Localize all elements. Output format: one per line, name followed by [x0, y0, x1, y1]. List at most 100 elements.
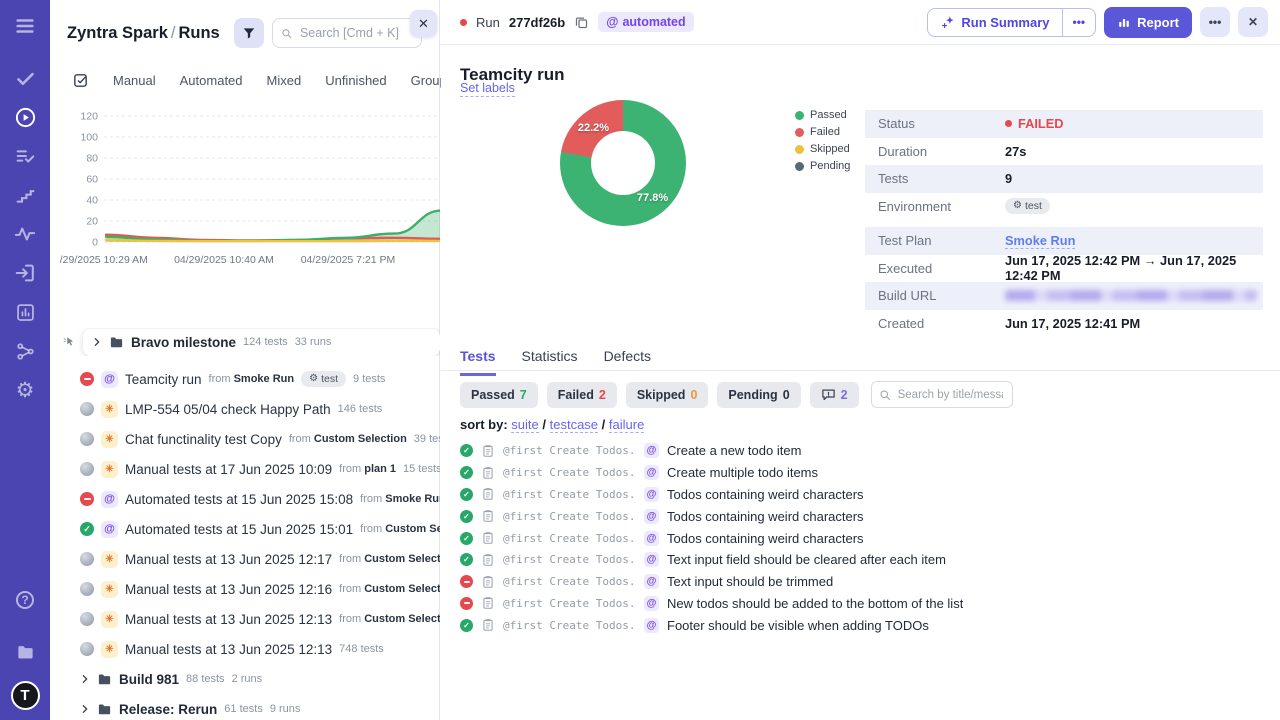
legend-item-pending: Pending — [795, 160, 850, 172]
tab-defects[interactable]: Defects — [604, 348, 651, 376]
automated-badge[interactable]: @ automated — [598, 12, 694, 32]
test-row[interactable]: ✓ @first Create Todos... @ Todos containing… — [460, 527, 1260, 549]
select-runs-icon[interactable] — [72, 72, 89, 89]
clipboard-icon — [481, 509, 495, 523]
filter-chip-passed[interactable]: Passed 7 — [460, 381, 538, 408]
help-icon[interactable]: ? — [11, 586, 39, 614]
run-list-item[interactable]: ✳ Manual tests at 13 Jun 2025 12:13 from C… — [50, 604, 440, 634]
run-list-item[interactable]: @ Automated tests at 15 Jun 2025 15:08 fro… — [50, 484, 440, 514]
sparkles-icon — [942, 15, 954, 28]
clipboard-icon — [481, 444, 495, 458]
tab-manual[interactable]: Manual — [113, 73, 156, 88]
import-icon[interactable] — [11, 259, 39, 287]
completed-checks-icon[interactable] — [11, 64, 39, 92]
pinned-folder-card[interactable]: Bravo milestone 124 tests 33 runs — [83, 328, 440, 356]
test-suite: @first Create Todos... — [503, 444, 636, 458]
test-row[interactable]: ✓ @first Create Todos... @ Todos containing… — [460, 505, 1260, 527]
projects-icon[interactable] — [11, 638, 39, 666]
test-row[interactable]: ✓ @first Create Todos... @ Todos containing… — [460, 484, 1260, 506]
chevron-right-icon[interactable] — [80, 704, 90, 714]
run-list-item[interactable]: ✳ Chat functinality test Copy from Custom … — [50, 424, 440, 454]
runs-icon[interactable] — [11, 103, 39, 131]
detail-row-executed: Executed Jun 17, 2025 12:42 PM → Jun 17, … — [865, 253, 1263, 283]
test-plan-link[interactable]: Smoke Run — [1005, 233, 1076, 249]
manual-run-icon: ✳ — [101, 430, 118, 448]
tab-statistics[interactable]: Statistics — [522, 348, 578, 376]
run-details-panel: Run 277df26b @ automated Run Summary ••• … — [441, 0, 1280, 720]
filter-button[interactable] — [233, 18, 264, 48]
svg-text:120: 120 — [80, 111, 98, 123]
test-row[interactable]: ✓ @first Create Todos... @ Create a new tod… — [460, 440, 1260, 462]
run-list-item[interactable]: ✳ Manual tests at 13 Jun 2025 12:16 from C… — [50, 574, 440, 604]
run-summary-more-button[interactable]: ••• — [1061, 8, 1096, 36]
menu-icon[interactable] — [11, 12, 39, 40]
run-list-item[interactable]: ✓ @ Automated tests at 15 Jun 2025 15:01 fr… — [50, 514, 440, 544]
test-plans-icon[interactable] — [11, 142, 39, 170]
automated-test-icon: @ — [644, 486, 659, 502]
automated-test-icon: @ — [644, 530, 659, 546]
folder-item[interactable]: Release: Rerun 61 tests 9 runs — [50, 694, 440, 720]
close-panel-button[interactable]: ✕ — [410, 10, 437, 37]
more-options-button[interactable]: ••• — [1200, 7, 1230, 37]
run-list-item[interactable]: @ Teamcity run from Smoke Run ⚙ test 9 tests — [50, 364, 440, 394]
detail-row-build-url: Build URL — [865, 282, 1263, 310]
test-title: Todos containing weird characters — [667, 508, 864, 524]
folder-item[interactable]: Build 981 88 tests 2 runs — [50, 664, 440, 694]
sort-by-testcase[interactable]: testcase — [549, 417, 599, 433]
report-button[interactable]: Report — [1104, 6, 1192, 38]
filter-chip-failed[interactable]: Failed 2 — [546, 381, 617, 408]
legend-label: Pending — [810, 160, 851, 172]
sort-by-suite[interactable]: suite — [511, 417, 539, 433]
run-summary-button[interactable]: Run Summary — [928, 9, 1061, 36]
run-list-item[interactable]: ✳ Manual tests at 13 Jun 2025 12:17 from C… — [50, 544, 440, 574]
branches-icon[interactable] — [11, 337, 39, 365]
tab-automated[interactable]: Automated — [180, 73, 243, 88]
folder-item[interactable]: Bravo milestone 124 tests 33 runs — [50, 328, 440, 356]
close-run-button[interactable]: ✕ — [1238, 7, 1268, 37]
test-row[interactable]: ✓ @first Create Todos... @ Create multiple … — [460, 462, 1260, 484]
detail-row-test-plan: Test Plan Smoke Run — [865, 227, 1263, 255]
sort-by-failure[interactable]: failure — [608, 417, 645, 433]
trend-svg: 0 20 40 60 80 100 120 — [80, 111, 440, 249]
test-title: Todos containing weird characters — [667, 530, 864, 546]
analytics-icon[interactable] — [11, 220, 39, 248]
test-suite: @first Create Todos... — [503, 596, 636, 610]
settings-icon[interactable]: ⚙ — [11, 376, 39, 404]
breadcrumb-project[interactable]: Zyntra Spark — [67, 24, 168, 42]
status-neutral-icon — [80, 432, 94, 446]
filter-chip-pending[interactable]: Pending 0 — [717, 381, 801, 408]
test-suite: @first Create Todos... — [503, 553, 636, 567]
copy-run-id-button[interactable] — [574, 15, 589, 30]
chevron-right-icon[interactable] — [80, 674, 90, 684]
steps-icon[interactable] — [11, 181, 39, 209]
status-failed-icon — [80, 372, 94, 386]
reports-icon[interactable] — [11, 298, 39, 326]
automated-test-icon: @ — [644, 595, 659, 611]
run-list-item[interactable]: ✳ LMP-554 05/04 check Happy Path 146 tests — [50, 394, 440, 424]
tab-mixed[interactable]: Mixed — [267, 73, 302, 88]
test-row[interactable]: @first Create Todos... @ Text input should… — [460, 571, 1260, 593]
sidebar-nav: ⚙ — [0, 12, 50, 415]
runs-search-input[interactable] — [297, 25, 413, 41]
build-url-redacted[interactable] — [1005, 290, 1257, 302]
tab-unfinished[interactable]: Unfinished — [325, 73, 386, 88]
manual-run-icon: ✳ — [101, 610, 118, 628]
test-row[interactable]: @first Create Todos... @ New todos should … — [460, 593, 1260, 615]
run-name: Manual tests at 17 Jun 2025 10:09 — [125, 461, 333, 477]
test-row[interactable]: ✓ @first Create Todos... @ Footer should be… — [460, 614, 1260, 636]
run-source: from Custom Selection — [360, 523, 440, 535]
test-row[interactable]: ✓ @first Create Todos... @ Text input field… — [460, 549, 1260, 571]
tab-tests[interactable]: Tests — [460, 348, 496, 376]
user-avatar[interactable]: T — [10, 681, 40, 710]
chevron-right-icon[interactable] — [92, 337, 102, 347]
chip-count: 2 — [598, 387, 606, 402]
tests-search-input[interactable] — [895, 387, 1005, 402]
folder-runs-count: 2 runs — [231, 673, 263, 685]
filter-chip-comments[interactable]: 2 — [809, 381, 859, 408]
filter-chip-skipped[interactable]: Skipped 0 — [625, 381, 709, 408]
test-title: Create multiple todo items — [667, 465, 819, 481]
run-list-item[interactable]: ✳ Manual tests at 17 Jun 2025 10:09 from p… — [50, 454, 440, 484]
automated-run-icon: @ — [101, 370, 118, 388]
set-labels-link[interactable]: Set labels — [460, 81, 515, 97]
run-list-item[interactable]: ✳ Manual tests at 13 Jun 2025 12:13 748 te… — [50, 634, 440, 664]
